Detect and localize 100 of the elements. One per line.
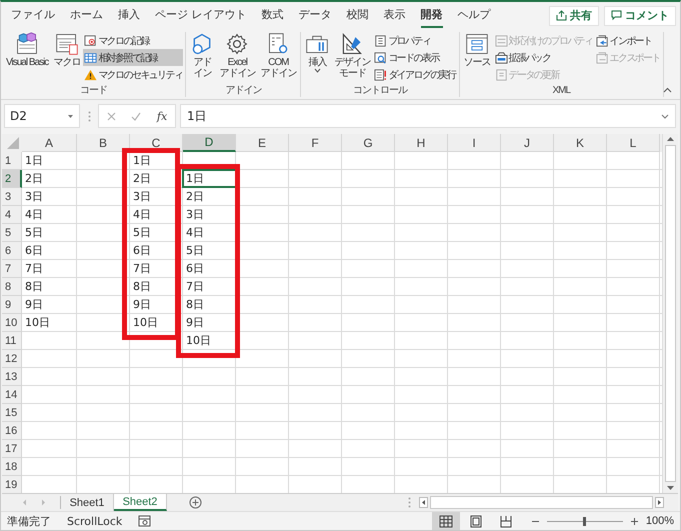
row-header[interactable]: 11 — [2, 332, 22, 350]
row-header[interactable]: 18 — [2, 458, 22, 476]
scroll-up-icon[interactable] — [666, 136, 675, 142]
macro-record-icon[interactable] — [138, 515, 152, 527]
scroll-thumb[interactable] — [665, 145, 676, 482]
row-header[interactable]: 12 — [2, 350, 22, 368]
dropdown-icon — [67, 114, 74, 118]
column-header[interactable]: G — [342, 134, 395, 152]
insert-function-button[interactable]: fx — [156, 110, 168, 122]
column-header[interactable]: B — [77, 134, 130, 152]
ribbon-button[interactable]: デザイン モード — [332, 32, 372, 85]
table-cell: 1日 — [183, 170, 236, 187]
table-cell-text: 5日 — [24, 225, 44, 241]
table-cell-text: 4日 — [132, 207, 152, 223]
name-box[interactable]: D2 — [4, 104, 80, 128]
row-header[interactable]: 4 — [2, 206, 22, 224]
column-header[interactable]: A — [22, 134, 77, 152]
ribbon-button[interactable]: アド イン — [188, 32, 216, 85]
group-label: XML — [552, 85, 570, 97]
scroll-down-icon[interactable] — [666, 485, 675, 491]
table-cell-text: 4日 — [24, 207, 44, 223]
view-button[interactable] — [432, 512, 460, 530]
row-header[interactable]: 2 — [2, 170, 22, 188]
row-header[interactable]: 3 — [2, 188, 22, 206]
ribbon-button[interactable]: ダイアログの実行 — [373, 66, 457, 83]
table-cell-text: 10日 — [185, 333, 212, 349]
ribbon-button[interactable]: 拡張パック — [494, 49, 594, 66]
row-header[interactable]: 9 — [2, 296, 22, 314]
column-header[interactable]: L — [607, 134, 660, 152]
scroll-thumb[interactable] — [430, 496, 653, 509]
ribbon-tab[interactable]: 挿入 — [118, 4, 140, 28]
collapse-ribbon-icon[interactable] — [663, 87, 672, 93]
ribbon-button[interactable]: Visual Basic — [4, 32, 50, 85]
ribbon-tab[interactable]: 数式 — [262, 4, 284, 28]
comment-icon — [611, 10, 622, 21]
table-cell-text: 5日 — [185, 243, 205, 259]
row-header[interactable]: 6 — [2, 242, 22, 260]
column-header[interactable]: J — [501, 134, 554, 152]
column-header[interactable]: H — [395, 134, 448, 152]
table-cell-text: 8日 — [132, 279, 152, 295]
column-header[interactable]: I — [448, 134, 501, 152]
import-icon — [596, 34, 609, 46]
table-cell-text: 6日 — [132, 243, 152, 259]
table-cell-text: 6日 — [185, 261, 205, 277]
ribbon-button[interactable]: 挿入 — [303, 32, 332, 85]
ribbon-button[interactable]: Excel アドイン — [217, 32, 258, 85]
row-header[interactable]: 19 — [2, 476, 22, 493]
column-header[interactable]: D — [183, 134, 236, 152]
ribbon-tab[interactable]: 開発 — [420, 4, 442, 28]
scroll-left-icon[interactable] — [419, 497, 428, 508]
row-header[interactable]: 15 — [2, 404, 22, 422]
package-icon — [494, 52, 508, 64]
table-cell-text: 6日 — [24, 243, 44, 259]
ribbon-button[interactable]: プロパティ — [373, 32, 457, 49]
comment-button[interactable]: コメント — [604, 6, 676, 26]
ribbon-tab[interactable]: ヘルプ — [458, 4, 490, 28]
table-cell-text: 8日 — [24, 279, 44, 295]
formula-field[interactable]: 1日 — [180, 104, 676, 128]
sheet-tab[interactable]: Sheet2 — [114, 494, 167, 511]
ribbon-button[interactable]: 相対参照で記録 — [83, 49, 184, 66]
export-icon — [596, 52, 609, 64]
expand-icon[interactable] — [661, 114, 669, 118]
column-header[interactable]: E — [236, 134, 289, 152]
row-header[interactable]: 17 — [2, 440, 22, 458]
table-cell-text: 9日 — [24, 297, 44, 313]
row-header[interactable]: 14 — [2, 386, 22, 404]
ribbon-tab[interactable]: ファイル — [11, 4, 55, 28]
row-header[interactable]: 7 — [2, 260, 22, 278]
table-cell-text: 2日 — [132, 171, 152, 187]
row-header[interactable]: 1 — [2, 152, 22, 170]
ribbon-button[interactable]: マクロの記録 — [83, 32, 184, 49]
zoom-in-icon[interactable] — [630, 518, 638, 524]
share-button[interactable]: 共有 — [549, 6, 599, 26]
column-header[interactable]: K — [554, 134, 607, 152]
table-cell-text: 1日 — [24, 153, 44, 169]
row-header[interactable]: 10 — [2, 314, 22, 332]
scroll-right-icon[interactable] — [655, 497, 664, 508]
add-sheet-icon[interactable] — [189, 496, 202, 509]
ribbon-button[interactable]: コードの表示 — [373, 49, 457, 66]
row-header[interactable]: 8 — [2, 278, 22, 296]
ribbon-tab[interactable]: ホーム — [70, 4, 103, 28]
ribbon-button[interactable]: インポート — [594, 32, 661, 49]
ribbon-tab[interactable]: ページ レイアウト — [155, 4, 246, 28]
ribbon-tab[interactable]: データ — [298, 4, 332, 28]
ribbon-tab[interactable]: 表示 — [384, 4, 406, 28]
group-label: アドイン — [225, 85, 262, 97]
slider-thumb[interactable] — [583, 516, 586, 526]
ribbon-tab[interactable]: 校閲 — [346, 4, 368, 28]
ribbon-button[interactable]: マクロのセキュリティ — [83, 66, 184, 83]
table-cell-text: 7日 — [132, 261, 152, 277]
zoom-level[interactable]: 100% — [646, 515, 674, 527]
ribbon-button[interactable]: COM アドイン — [258, 32, 298, 85]
table-cell-text: 8日 — [185, 297, 205, 313]
row-header[interactable]: 13 — [2, 368, 22, 386]
row-header[interactable]: 5 — [2, 224, 22, 242]
ribbon-button[interactable]: ソース — [462, 32, 493, 85]
row-header[interactable]: 16 — [2, 422, 22, 440]
column-header[interactable]: F — [289, 134, 342, 152]
ribbon-button[interactable]: マクロ — [51, 32, 82, 85]
page-break-icon — [498, 514, 513, 528]
